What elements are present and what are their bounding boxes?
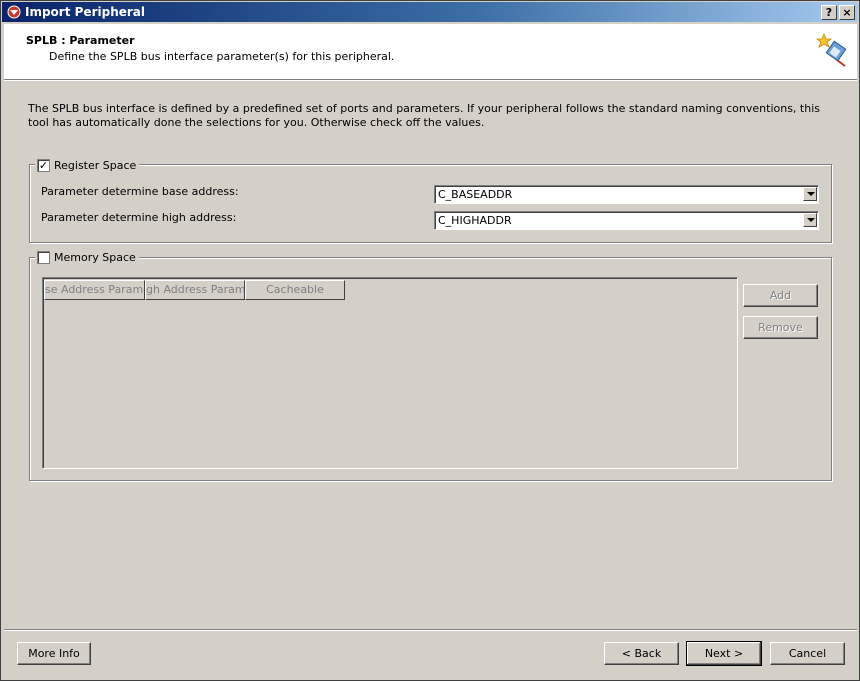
chevron-down-icon[interactable] <box>803 187 817 201</box>
page-title: SPLB : Parameter <box>26 34 135 47</box>
high-address-select[interactable]: C_HIGHADDR <box>434 211 819 230</box>
more-info-button[interactable]: More Info <box>17 642 91 665</box>
wizard-header: SPLB : Parameter Define the SPLB bus int… <box>4 24 857 80</box>
column-header-base-address[interactable]: se Address Paramet <box>44 280 145 300</box>
remove-button[interactable]: Remove <box>743 316 818 339</box>
description-text: The SPLB bus interface is defined by a p… <box>28 102 820 129</box>
base-address-label: Parameter determine base address: <box>41 185 239 198</box>
app-icon <box>7 5 21 19</box>
memory-space-legend[interactable]: Memory Space <box>35 250 139 264</box>
register-space-label: Register Space <box>54 158 137 172</box>
window-title: Import Peripheral <box>25 5 145 19</box>
cancel-button[interactable]: Cancel <box>770 642 845 665</box>
high-address-value: C_HIGHADDR <box>438 214 512 227</box>
page-subtitle: Define the SPLB bus interface parameter(… <box>49 50 395 63</box>
memory-space-checkbox[interactable] <box>37 250 50 264</box>
register-space-legend[interactable]: ✓ Register Space <box>35 158 140 172</box>
memory-space-label: Memory Space <box>54 250 136 264</box>
back-button[interactable]: < Back <box>604 642 679 665</box>
title-bar[interactable]: Import Peripheral ? × <box>2 2 858 22</box>
high-address-label: Parameter determine high address: <box>41 211 237 224</box>
import-peripheral-window: Import Peripheral ? × SPLB : Parameter D… <box>0 0 860 681</box>
close-button[interactable]: × <box>839 5 855 20</box>
add-button[interactable]: Add <box>743 284 818 307</box>
chevron-down-icon[interactable] <box>803 213 817 227</box>
column-header-cacheable[interactable]: Cacheable <box>245 280 345 300</box>
wizard-icon <box>815 32 847 67</box>
footer-divider <box>4 629 857 631</box>
column-header-high-address[interactable]: gh Address Paramet <box>145 280 245 300</box>
register-space-checkbox[interactable]: ✓ <box>37 158 50 172</box>
base-address-value: C_BASEADDR <box>438 188 513 201</box>
next-button[interactable]: Next > <box>686 641 762 666</box>
header-divider <box>4 80 857 81</box>
base-address-select[interactable]: C_BASEADDR <box>434 185 819 204</box>
help-button[interactable]: ? <box>821 5 837 20</box>
memory-space-table[interactable]: se Address Paramet gh Address Paramet Ca… <box>42 277 738 469</box>
